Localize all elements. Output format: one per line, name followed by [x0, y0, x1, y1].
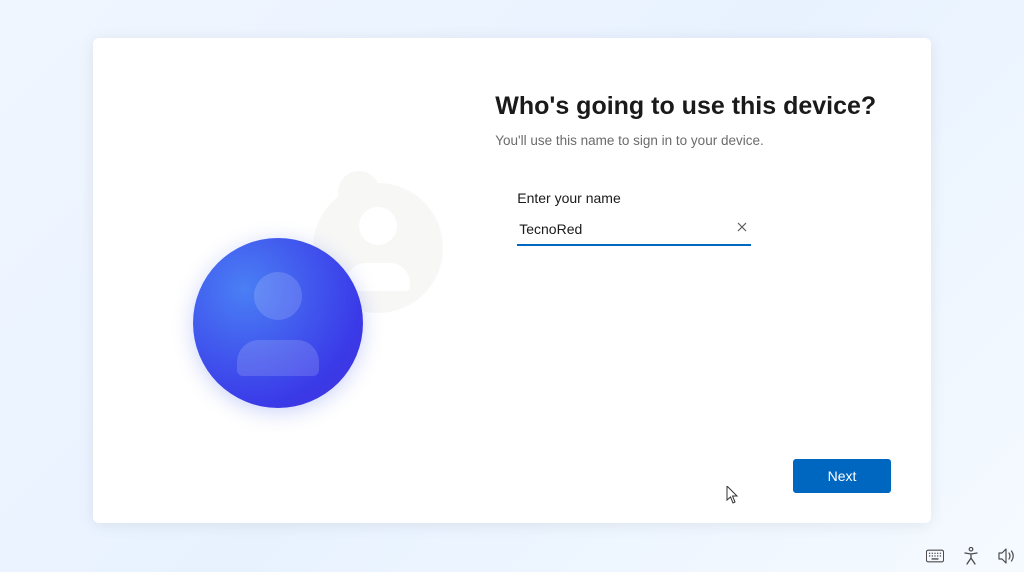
name-input[interactable] — [517, 216, 751, 246]
name-input-label: Enter your name — [517, 190, 901, 206]
keyboard-icon — [926, 549, 944, 563]
setup-card: Who's going to use this device? You'll u… — [93, 38, 931, 523]
accessibility-button[interactable] — [962, 547, 980, 565]
keyboard-button[interactable] — [926, 547, 944, 565]
volume-button[interactable] — [998, 547, 1016, 565]
form-panel: Who's going to use this device? You'll u… — [495, 38, 931, 523]
taskbar — [926, 547, 1016, 565]
illustration-panel — [93, 38, 495, 523]
page-subtitle: You'll use this name to sign in to your … — [495, 133, 901, 148]
next-button[interactable]: Next — [793, 459, 891, 493]
close-icon — [737, 222, 747, 232]
page-title: Who's going to use this device? — [495, 92, 901, 121]
clear-input-button[interactable] — [735, 220, 749, 234]
accessibility-icon — [963, 547, 979, 565]
volume-icon — [998, 548, 1016, 564]
name-input-container — [517, 216, 751, 246]
main-avatar-icon — [193, 238, 363, 408]
